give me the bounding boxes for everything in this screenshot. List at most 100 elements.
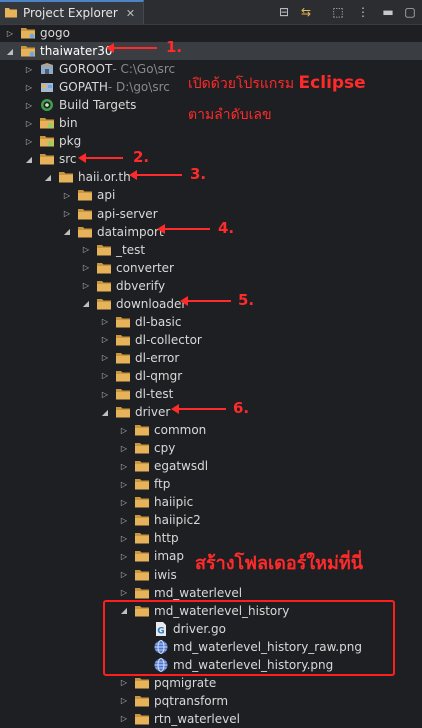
- collapse-all-icon[interactable]: ⊟: [276, 4, 292, 20]
- tree-folder-row[interactable]: ▷ dl-basic: [0, 313, 422, 331]
- collapse-chevron-icon[interactable]: ◢: [80, 299, 92, 308]
- step-number-3: 3.: [190, 165, 207, 183]
- tree-folder-row[interactable]: ▷ pkg: [0, 132, 422, 150]
- folder-icon: [58, 169, 74, 185]
- expand-chevron-icon[interactable]: ▷: [118, 516, 130, 525]
- folder-icon: [115, 368, 131, 384]
- tree-item-label: api: [97, 188, 116, 203]
- tree-folder-row[interactable]: ▷ common: [0, 421, 422, 439]
- tree-item-label: gogo: [40, 26, 70, 40]
- folder-icon: [96, 260, 112, 276]
- expand-chevron-icon[interactable]: ▷: [118, 480, 130, 489]
- collapse-chevron-icon[interactable]: ◢: [42, 173, 54, 182]
- tree-folder-row[interactable]: ▷ gogo: [0, 24, 422, 42]
- expand-chevron-icon[interactable]: ▷: [23, 83, 35, 92]
- expand-chevron-icon[interactable]: ▷: [118, 588, 130, 597]
- expand-chevron-icon[interactable]: ▷: [118, 426, 130, 435]
- expand-chevron-icon[interactable]: ▷: [118, 570, 130, 579]
- tree-folder-row[interactable]: ▷ dl-qmgr: [0, 367, 422, 385]
- expand-chevron-icon[interactable]: ▷: [118, 462, 130, 471]
- expand-chevron-icon[interactable]: ▷: [118, 534, 130, 543]
- tree-folder-row[interactable]: ▷ rtn_waterlevel: [0, 710, 422, 728]
- tree-folder-row[interactable]: ▷ ftp: [0, 475, 422, 493]
- collapse-chevron-icon[interactable]: ◢: [23, 155, 35, 164]
- tab-project-explorer[interactable]: Project Explorer ✕: [0, 0, 145, 24]
- tree-folder-row[interactable]: ◢ dataimport: [0, 223, 422, 241]
- annotation-create-folder-here: สร้างโฟลเดอร์ใหม่ที่นี่: [195, 553, 364, 574]
- expand-chevron-icon[interactable]: ▷: [99, 317, 111, 326]
- collapse-chevron-icon[interactable]: ◢: [99, 408, 111, 417]
- expand-chevron-icon[interactable]: ▷: [118, 678, 130, 687]
- step-number-4: 4.: [218, 219, 235, 237]
- arrow-step-2: [78, 153, 123, 163]
- tree-item-label: GOROOT: [59, 62, 113, 77]
- tree-item-label: GOPATH: [59, 80, 108, 95]
- expand-chevron-icon[interactable]: ▷: [80, 263, 92, 272]
- collapse-chevron-icon[interactable]: ◢: [4, 47, 16, 56]
- expand-chevron-icon[interactable]: ▷: [118, 696, 130, 705]
- tree-folder-row[interactable]: ◢ src: [0, 150, 422, 168]
- tree-folder-row[interactable]: ▷ http: [0, 529, 422, 547]
- tree-folder-row[interactable]: ◢ haii.or.th: [0, 168, 422, 186]
- folder-icon: [134, 476, 150, 492]
- tree-folder-row[interactable]: ▷ pqmigrate: [0, 674, 422, 692]
- tree-folder-row[interactable]: ▷ pqtransform: [0, 692, 422, 710]
- folder-icon: [115, 404, 131, 420]
- tree-folder-row[interactable]: ▷ converter: [0, 259, 422, 277]
- tree-folder-row[interactable]: ◢ thaiwater30: [0, 42, 422, 61]
- tree-item-label: driver: [135, 405, 171, 420]
- tree-folder-row[interactable]: ▷ md_waterlevel: [0, 584, 422, 602]
- tree-item-label: pqmigrate: [154, 675, 217, 690]
- output-folder-icon: [39, 133, 55, 149]
- tree-folder-row[interactable]: ▷ dbverify: [0, 277, 422, 295]
- collapse-chevron-icon[interactable]: ◢: [61, 227, 73, 236]
- tree-folder-row[interactable]: ◢ driver: [0, 403, 422, 421]
- tree-folder-row[interactable]: ▷ cpy: [0, 439, 422, 457]
- expand-chevron-icon[interactable]: ▷: [23, 65, 35, 74]
- tree-item-label: rtn_waterlevel: [154, 711, 240, 726]
- expand-chevron-icon[interactable]: ▷: [118, 498, 130, 507]
- tree-folder-row[interactable]: ▷ api: [0, 186, 422, 204]
- folder-icon: [115, 350, 131, 366]
- expand-chevron-icon[interactable]: ▷: [118, 552, 130, 561]
- folder-icon: [39, 151, 55, 167]
- close-icon[interactable]: ✕: [126, 7, 135, 20]
- expand-chevron-icon[interactable]: ▷: [80, 245, 92, 254]
- expand-chevron-icon[interactable]: ▷: [99, 335, 111, 344]
- expand-chevron-icon[interactable]: ▷: [99, 371, 111, 380]
- tree-folder-row[interactable]: ▷ haiipic2: [0, 511, 422, 529]
- expand-chevron-icon[interactable]: ▷: [61, 209, 73, 218]
- tree-folder-row[interactable]: ▷ egatwsdl: [0, 457, 422, 475]
- expand-chevron-icon[interactable]: ▷: [23, 101, 35, 110]
- arrow-step-3: [129, 170, 182, 180]
- tree-folder-row[interactable]: ◢ downloader: [0, 295, 422, 313]
- link-with-editor-icon[interactable]: ⇆: [298, 4, 314, 20]
- tree-folder-row[interactable]: ▷ api-server: [0, 205, 422, 223]
- tree-item-label: md_waterlevel: [154, 585, 243, 600]
- expand-chevron-icon[interactable]: ▷: [80, 281, 92, 290]
- tree-item-label: dl-collector: [135, 332, 202, 347]
- folder-icon: [134, 548, 150, 564]
- expand-chevron-icon[interactable]: ▷: [99, 390, 111, 399]
- tree-item-label: dataimport: [97, 224, 164, 239]
- tree-folder-row[interactable]: ▷ dl-collector: [0, 331, 422, 349]
- maximize-icon[interactable]: ▢: [402, 4, 418, 20]
- focus-icon[interactable]: ⬚: [330, 4, 346, 20]
- expand-chevron-icon[interactable]: ▷: [23, 119, 35, 128]
- expand-chevron-icon[interactable]: ▷: [23, 137, 35, 146]
- view-menu-icon[interactable]: ⋮: [355, 4, 371, 20]
- folder-icon: [134, 675, 150, 691]
- expand-chevron-icon[interactable]: ▷: [4, 29, 16, 38]
- tree-folder-row[interactable]: ▷ dl-error: [0, 349, 422, 367]
- folder-icon: [115, 314, 131, 330]
- minimize-icon[interactable]: ▬: [380, 4, 396, 20]
- tree-folder-row[interactable]: ▷ haiipic: [0, 493, 422, 511]
- tree-folder-row[interactable]: ▷ dl-test: [0, 385, 422, 403]
- expand-chevron-icon[interactable]: ▷: [61, 191, 73, 200]
- expand-chevron-icon[interactable]: ▷: [99, 353, 111, 362]
- tree-item-label: haii.or.th: [78, 170, 131, 185]
- folder-icon: [134, 711, 150, 727]
- expand-chevron-icon[interactable]: ▷: [118, 714, 130, 723]
- expand-chevron-icon[interactable]: ▷: [118, 444, 130, 453]
- tree-folder-row[interactable]: ▷ _test: [0, 241, 422, 259]
